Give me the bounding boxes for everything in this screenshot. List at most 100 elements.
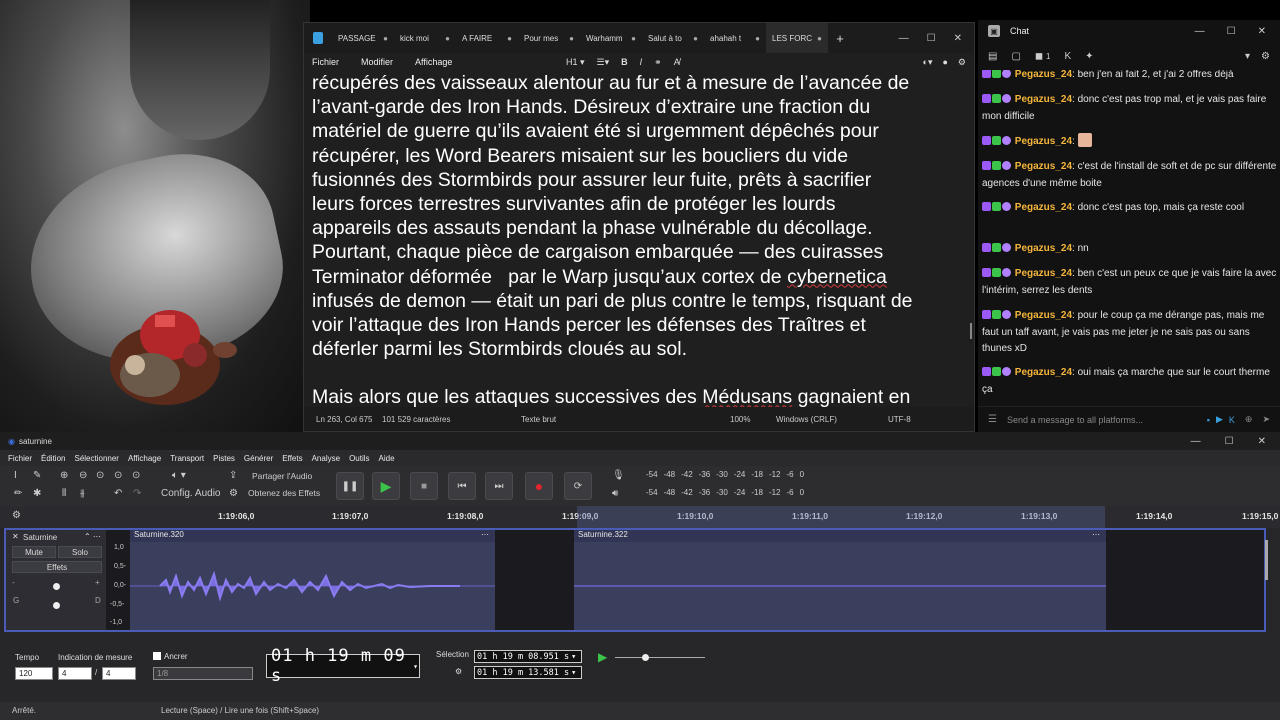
chat-username[interactable]: Pegazus_24 (1015, 161, 1072, 172)
filter-icon[interactable]: ▾ (1245, 51, 1250, 62)
chat-bubble-icon[interactable]: ▤ (988, 51, 997, 62)
menu-pistes[interactable]: Pistes (213, 454, 235, 463)
effects-button[interactable]: Effets (12, 561, 102, 573)
menu-outils[interactable]: Outils (349, 454, 369, 463)
tab-pour-mes[interactable]: Pour mes ● (518, 23, 580, 53)
loop-button[interactable]: ⟳ (564, 472, 592, 500)
scrollbar-thumb[interactable] (970, 323, 972, 339)
chat-username[interactable]: Pegazus_24 (1015, 94, 1072, 105)
minimize-icon[interactable]: — (1191, 436, 1201, 447)
chat-username[interactable]: Pegazus_24 (1015, 70, 1072, 80)
menu-analyse[interactable]: Analyse (312, 454, 340, 463)
chat-username[interactable]: Pegazus_24 (1015, 310, 1072, 321)
menu-icon[interactable]: ☰ (988, 414, 997, 425)
skip-start-button[interactable]: ⏮ (448, 472, 476, 500)
silence-icon[interactable]: ⫵ (80, 488, 85, 499)
menu-selectionner[interactable]: Sélectionner (74, 454, 118, 463)
tab-kick-moi[interactable]: kick moi ● (394, 23, 456, 53)
clip-menu-icon[interactable]: ⋯ (481, 530, 489, 539)
selection-settings-icon[interactable]: ⚙ (455, 667, 462, 676)
trim-icon[interactable]: ⫴ (62, 488, 66, 499)
mic-icon[interactable]: 🎙︎ (612, 470, 625, 481)
link-icon[interactable]: ⚭ (654, 57, 662, 68)
selection-tool-icon[interactable]: I (14, 470, 17, 481)
redo-icon[interactable]: ↷ (133, 488, 141, 499)
maximize-icon[interactable]: ☐ (927, 33, 936, 44)
tab-salut[interactable]: Salut à to ● (642, 23, 704, 53)
zoom-level[interactable]: 100% (730, 415, 750, 424)
snap-checkbox[interactable] (153, 652, 161, 660)
audio-clip[interactable]: Saturnine.320 ⋯ (130, 530, 495, 630)
menu-affichage[interactable]: Affichage (415, 57, 452, 67)
encoding[interactable]: UTF-8 (888, 415, 911, 424)
multi-tool-icon[interactable]: ✱ (33, 488, 41, 499)
close-icon[interactable]: ✕ (954, 33, 962, 44)
pan-slider[interactable] (53, 602, 60, 609)
selection-end[interactable]: 01 h 19 m 13.581 s ▾ (474, 666, 582, 679)
tab-passage[interactable]: PASSAGE ● (332, 23, 394, 53)
menu-generer[interactable]: Générer (244, 454, 273, 463)
snap-select[interactable]: 1/8 (153, 667, 253, 680)
mute-button[interactable]: Mute (12, 546, 56, 558)
heading-select[interactable]: H1 ▾ (566, 57, 585, 68)
share-icon[interactable]: ⇪ (229, 470, 237, 481)
gain-slider[interactable] (53, 583, 60, 590)
close-track-icon[interactable]: ✕ (12, 532, 19, 541)
selection-region[interactable] (577, 506, 1105, 528)
play-button[interactable]: ▶ (372, 472, 400, 500)
track-name[interactable]: Saturnine (23, 533, 57, 542)
italic-icon[interactable]: I (640, 57, 643, 67)
zoom-toggle-icon[interactable]: ⊙ (132, 470, 140, 481)
time-format-icon[interactable]: ▾ (413, 662, 419, 671)
maximize-icon[interactable]: ☐ (1225, 436, 1234, 447)
record-button[interactable]: ● (525, 472, 553, 500)
menu-fichier[interactable]: Fichier (8, 454, 32, 463)
skip-end-button[interactable]: ⏭ (485, 472, 513, 500)
chat-username[interactable]: Pegazus_24 (1015, 243, 1072, 254)
clip-header[interactable]: Saturnine.322 ⋯ (574, 530, 1106, 542)
kick-icon[interactable]: K (1064, 51, 1071, 62)
dropdown-icon[interactable]: ▾ (571, 652, 576, 662)
record-meter[interactable]: -54 -48 -42 -36 -30 -24 -18 -12 -6 0 (646, 470, 804, 479)
clip-header[interactable]: Saturnine.320 ⋯ (130, 530, 495, 542)
clip-menu-icon[interactable]: ⋯ (1092, 530, 1100, 539)
timeline-ruler[interactable]: ⚙ 1:19:06,0 1:19:07,0 1:19:08,0 1:19:09,… (0, 506, 1280, 528)
chat-username[interactable]: Pegazus_24 (1015, 136, 1072, 147)
minimize-icon[interactable]: — (1195, 26, 1205, 37)
new-tab-button[interactable]: + (828, 31, 852, 46)
close-icon[interactable]: ✕ (1258, 436, 1266, 447)
sparkle-icon[interactable]: ✦ (1085, 51, 1093, 62)
youtube-icon[interactable]: ▶ (1216, 414, 1223, 425)
tempo-field[interactable]: 120 (15, 667, 53, 680)
playback-meter[interactable]: -54 -48 -42 -36 -30 -24 -18 -12 -6 0 (646, 488, 804, 497)
account-icon[interactable]: ● (942, 57, 947, 67)
speed-slider[interactable] (642, 654, 649, 661)
document-text[interactable]: récupérés des vaisseaux alentour au fur … (312, 71, 964, 407)
line-ending[interactable]: Windows (CRLF) (776, 415, 837, 424)
effects-icon[interactable]: ⚙ (229, 488, 238, 499)
settings-icon[interactable]: ⚙ (958, 57, 966, 68)
kick-platform-icon[interactable]: K (1229, 415, 1235, 425)
dropdown-icon[interactable]: ▾ (571, 668, 576, 678)
twitch-icon[interactable]: ▪ (1207, 415, 1210, 425)
chat-username[interactable]: Pegazus_24 (1015, 268, 1072, 279)
copilot-icon[interactable]: ◐▾ (923, 57, 933, 68)
spelling-error[interactable]: Médusans (702, 386, 792, 407)
menu-modifier[interactable]: Modifier (361, 57, 393, 67)
fit-project-icon[interactable]: ⊙ (114, 470, 122, 481)
draw-tool-icon[interactable]: ✏ (14, 488, 22, 499)
maximize-icon[interactable]: ☐ (1227, 26, 1236, 37)
zoom-in-icon[interactable]: ⊕ (60, 470, 68, 481)
audio-setup-icon[interactable]: 🔈︎ ▾ (172, 470, 186, 481)
send-icon[interactable]: ➤ (1262, 414, 1270, 425)
close-icon[interactable]: ✕ (1258, 26, 1266, 37)
tab-warhamm[interactable]: Warhamm ● (580, 23, 642, 53)
activity-icon[interactable]: ▢ (1011, 51, 1020, 62)
solo-button[interactable]: Solo (58, 546, 102, 558)
bold-icon[interactable]: B (621, 57, 628, 67)
share-audio-button[interactable]: Partager l'Audio (252, 471, 312, 481)
menu-fichier[interactable]: Fichier (312, 57, 339, 67)
spelling-error[interactable]: cybernetica (787, 266, 887, 288)
selection-start[interactable]: 01 h 19 m 08.951 s ▾ (474, 650, 582, 663)
minimize-icon[interactable]: — (899, 33, 909, 44)
